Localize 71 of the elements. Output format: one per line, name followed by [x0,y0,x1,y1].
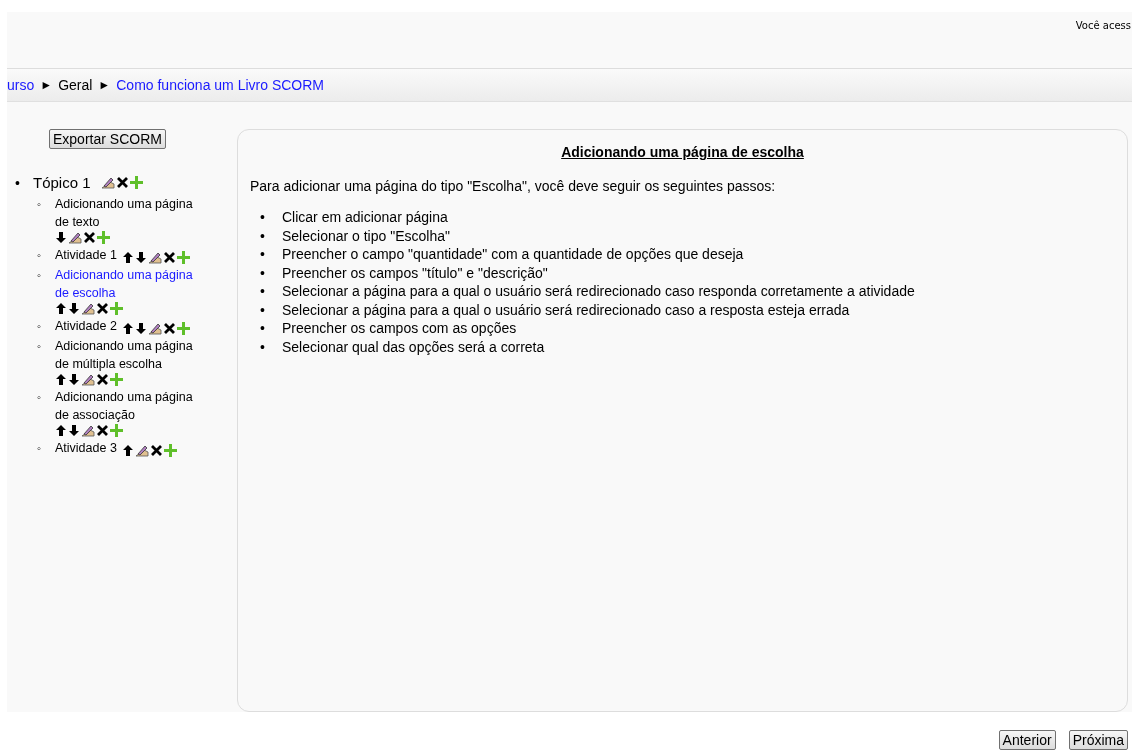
down-arrow-icon[interactable] [55,231,67,244]
down-arrow-icon[interactable] [68,424,80,437]
up-arrow-icon[interactable] [121,444,134,457]
topic-label: Tópico 1 [33,174,91,191]
bullet: • [260,337,266,356]
down-arrow-icon[interactable] [68,373,80,386]
up-arrow-icon[interactable] [121,251,134,264]
delete-icon[interactable] [115,176,129,189]
bullet: • [260,263,266,282]
chapter-link[interactable]: Atividade 2 [55,317,117,335]
delete-icon[interactable] [149,444,163,457]
step-item: Selecionar a página para a qual o usuário será redirecionado caso responda corretamente a atividade [282,282,915,301]
chapter-link[interactable]: Atividade 1 [55,246,117,264]
up-arrow-icon[interactable] [55,302,67,315]
breadcrumb-link[interactable]: Como funciona um Livro SCORM [116,77,324,93]
login-info: Você acess [1075,20,1131,31]
delete-icon[interactable] [96,373,109,386]
delete-icon[interactable] [162,322,176,335]
bullet: ◦ [37,339,42,354]
edit-icon[interactable] [100,176,115,189]
chapter-link[interactable]: Adicionando uma página de associação [55,388,195,424]
step-item: Clicar em adicionar página [282,208,448,227]
delete-icon[interactable] [96,424,109,437]
step-item: Selecionar o tipo "Escolha" [282,226,450,245]
page-title: Adicionando uma página de escolha [560,144,805,160]
down-arrow-icon[interactable] [134,251,147,264]
step-item: Preencher os campos "título" e "descrição" [282,263,548,282]
edit-icon[interactable] [68,231,82,244]
intro-text: Para adicionar uma página do tipo "Escolha", você deve seguir os seguintes passos: [250,178,777,194]
edit-icon[interactable] [81,424,95,437]
edit-icon[interactable] [147,322,162,335]
step-item: Preencher os campos com as opções [282,319,517,338]
bullet: • [15,174,21,191]
bullet: • [260,282,266,301]
up-arrow-icon[interactable] [55,424,67,437]
bullet: • [260,245,266,264]
delete-icon[interactable] [83,231,96,244]
breadcrumb-item: Geral [58,77,93,93]
bullet: ◦ [37,390,42,405]
step-item: Selecionar qual das opções será a correta [282,337,545,356]
bullet: ◦ [37,197,42,212]
chapter-link[interactable]: Adicionando uma página de escolha [55,266,195,302]
delete-icon[interactable] [162,251,176,264]
up-arrow-icon[interactable] [121,322,134,335]
edit-icon[interactable] [147,251,162,264]
down-arrow-icon[interactable] [68,302,80,315]
bullet: ◦ [37,248,42,263]
bullet: • [260,300,266,319]
bullet: • [260,319,266,338]
step-item: Selecionar a página para a qual o usuário será redirecionado caso a resposta esteja errada [282,300,850,319]
edit-icon[interactable] [134,444,149,457]
down-arrow-icon[interactable] [134,322,147,335]
separator-icon: ► [40,78,53,92]
export-button[interactable]: Exportar SCORM [49,129,166,149]
bullet: ◦ [37,268,42,283]
separator-icon: ► [98,78,111,92]
edit-icon[interactable] [81,302,95,315]
chapter-link[interactable]: Adicionando uma página de múltipla escolha [55,337,195,373]
step-item: Preencher o campo "quantidade" com a quantidade de opções que deseja [282,245,744,264]
nav-button[interactable]: Anterior [998,730,1056,750]
bullet: • [260,208,266,227]
up-arrow-icon[interactable] [55,373,67,386]
delete-icon[interactable] [96,302,109,315]
nav-button[interactable]: Próxima [1068,730,1128,750]
bullet: • [260,226,266,245]
bullet: ◦ [37,319,42,334]
chapter-link[interactable]: Atividade 3 [55,439,117,457]
bullet: ◦ [37,441,42,456]
edit-icon[interactable] [81,373,95,386]
chapter-link[interactable]: Adicionando uma página de texto [55,195,195,231]
breadcrumb-link[interactable]: urso [7,77,35,93]
